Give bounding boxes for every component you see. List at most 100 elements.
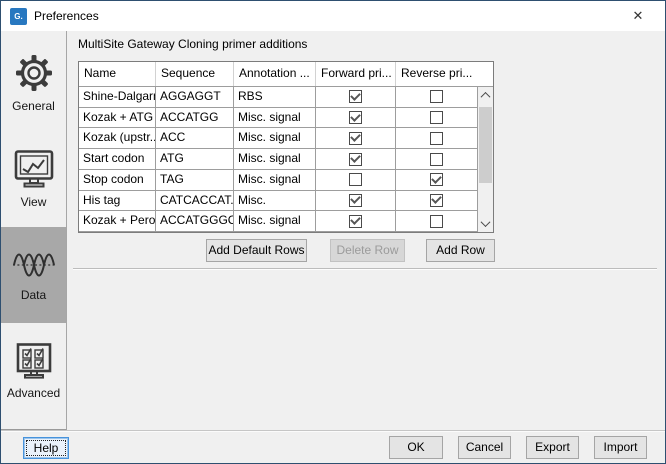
- table-row[interactable]: His tagCATCACCAT...Misc.: [79, 191, 477, 212]
- reverse-primer-checkbox[interactable]: [430, 173, 443, 186]
- column-header-forward-primer[interactable]: Forward pri...: [316, 62, 396, 86]
- forward-primer-cell: [316, 191, 396, 212]
- forward-primer-cell: [316, 170, 396, 191]
- table-row[interactable]: Stop codonTAGMisc. signal: [79, 170, 477, 191]
- sequence-cell[interactable]: ATG: [156, 149, 234, 170]
- reverse-primer-cell: [396, 108, 477, 129]
- table-row[interactable]: Kozak + Pero...ACCATGGGC...Misc. signal: [79, 211, 477, 232]
- sidebar-item-advanced[interactable]: Advanced: [1, 323, 66, 419]
- reverse-primer-cell: [396, 170, 477, 191]
- section-title: MultiSite Gateway Cloning primer additio…: [78, 37, 307, 51]
- sequence-cell[interactable]: ACCATGGGC...: [156, 211, 234, 232]
- forward-primer-cell: [316, 211, 396, 232]
- table-row[interactable]: Shine-DalgarnoAGGAGGTRBS: [79, 87, 477, 108]
- name-cell[interactable]: Kozak + ATG: [79, 108, 156, 129]
- sidebar: General View: [1, 31, 67, 430]
- sequence-cell[interactable]: ACC: [156, 128, 234, 149]
- name-cell[interactable]: Stop codon: [79, 170, 156, 191]
- column-header-sequence[interactable]: Sequence: [156, 62, 234, 86]
- reverse-primer-checkbox[interactable]: [430, 111, 443, 124]
- sidebar-label-general: General: [12, 99, 55, 113]
- help-button[interactable]: Help: [23, 437, 69, 459]
- sidebar-label-data: Data: [21, 288, 46, 302]
- sidebar-item-general[interactable]: General: [1, 35, 66, 131]
- name-cell[interactable]: Shine-Dalgarno: [79, 87, 156, 108]
- sequence-cell[interactable]: TAG: [156, 170, 234, 191]
- app-logo-icon: G.: [10, 8, 27, 25]
- table-body: Shine-DalgarnoAGGAGGTRBSKozak + ATGACCAT…: [79, 87, 477, 232]
- table-row[interactable]: Start codonATGMisc. signal: [79, 149, 477, 170]
- chevron-up-icon: [481, 92, 491, 102]
- title-bar[interactable]: G. Preferences ✕: [1, 1, 665, 31]
- reverse-primer-checkbox[interactable]: [430, 153, 443, 166]
- sequence-cell[interactable]: AGGAGGT: [156, 87, 234, 108]
- sequence-cell[interactable]: CATCACCAT...: [156, 191, 234, 212]
- scroll-down-button[interactable]: [478, 216, 493, 231]
- sequence-cell[interactable]: ACCATGG: [156, 108, 234, 129]
- name-cell[interactable]: Kozak (upstr...: [79, 128, 156, 149]
- cancel-button[interactable]: Cancel: [458, 436, 511, 459]
- column-header-reverse-primer[interactable]: Reverse pri...: [396, 62, 493, 86]
- scrollbar-thumb[interactable]: [479, 107, 492, 183]
- forward-primer-checkbox[interactable]: [349, 215, 362, 228]
- export-button[interactable]: Export: [526, 436, 579, 459]
- primer-additions-table: NameSequenceAnnotation ...Forward pri...…: [78, 61, 494, 233]
- annotation-cell[interactable]: Misc. signal: [234, 108, 316, 129]
- monitor-chart-icon: [13, 149, 55, 189]
- table-row[interactable]: Kozak + ATGACCATGGMisc. signal: [79, 108, 477, 129]
- dna-waves-icon: [12, 248, 56, 282]
- sidebar-label-view: View: [21, 195, 47, 209]
- chevron-down-icon: [481, 217, 491, 227]
- forward-primer-cell: [316, 108, 396, 129]
- footer-divider: [1, 430, 666, 432]
- reverse-primer-cell: [396, 149, 477, 170]
- reverse-primer-checkbox[interactable]: [430, 215, 443, 228]
- annotation-cell[interactable]: Misc.: [234, 191, 316, 212]
- reverse-primer-checkbox[interactable]: [430, 194, 443, 207]
- annotation-cell[interactable]: Misc. signal: [234, 149, 316, 170]
- gear-icon: [14, 53, 54, 93]
- close-icon: ✕: [633, 8, 644, 24]
- vertical-scrollbar[interactable]: [477, 87, 493, 232]
- column-header-name[interactable]: Name: [79, 62, 156, 86]
- reverse-primer-checkbox[interactable]: [430, 90, 443, 103]
- scroll-up-button[interactable]: [478, 88, 493, 103]
- column-header-annotation[interactable]: Annotation ...: [234, 62, 316, 86]
- reverse-primer-cell: [396, 211, 477, 232]
- import-button[interactable]: Import: [594, 436, 647, 459]
- name-cell[interactable]: Start codon: [79, 149, 156, 170]
- window-title: Preferences: [34, 1, 99, 31]
- preferences-dialog: G. Preferences ✕: [0, 0, 666, 464]
- sidebar-item-view[interactable]: View: [1, 131, 66, 227]
- reverse-primer-cell: [396, 191, 477, 212]
- sidebar-label-advanced: Advanced: [7, 386, 60, 400]
- delete-row-button[interactable]: Delete Row: [330, 239, 405, 262]
- annotation-cell[interactable]: RBS: [234, 87, 316, 108]
- section-divider: [73, 268, 657, 270]
- forward-primer-checkbox[interactable]: [349, 90, 362, 103]
- reverse-primer-cell: [396, 128, 477, 149]
- forward-primer-checkbox[interactable]: [349, 153, 362, 166]
- reverse-primer-checkbox[interactable]: [430, 132, 443, 145]
- sidebar-item-data[interactable]: Data: [1, 227, 66, 323]
- monitor-checklist-icon: [14, 342, 54, 380]
- add-default-rows-button[interactable]: Add Default Rows: [206, 239, 307, 262]
- name-cell[interactable]: His tag: [79, 191, 156, 212]
- add-row-button[interactable]: Add Row: [426, 239, 495, 262]
- annotation-cell[interactable]: Misc. signal: [234, 211, 316, 232]
- forward-primer-cell: [316, 87, 396, 108]
- name-cell[interactable]: Kozak + Pero...: [79, 211, 156, 232]
- ok-button[interactable]: OK: [389, 436, 443, 459]
- table-header: NameSequenceAnnotation ...Forward pri...…: [79, 62, 493, 87]
- forward-primer-checkbox[interactable]: [349, 194, 362, 207]
- forward-primer-cell: [316, 149, 396, 170]
- forward-primer-checkbox[interactable]: [349, 173, 362, 186]
- close-button[interactable]: ✕: [617, 1, 659, 31]
- table-row[interactable]: Kozak (upstr...ACCMisc. signal: [79, 128, 477, 149]
- forward-primer-checkbox[interactable]: [349, 111, 362, 124]
- forward-primer-cell: [316, 128, 396, 149]
- reverse-primer-cell: [396, 87, 477, 108]
- forward-primer-checkbox[interactable]: [349, 132, 362, 145]
- annotation-cell[interactable]: Misc. signal: [234, 128, 316, 149]
- annotation-cell[interactable]: Misc. signal: [234, 170, 316, 191]
